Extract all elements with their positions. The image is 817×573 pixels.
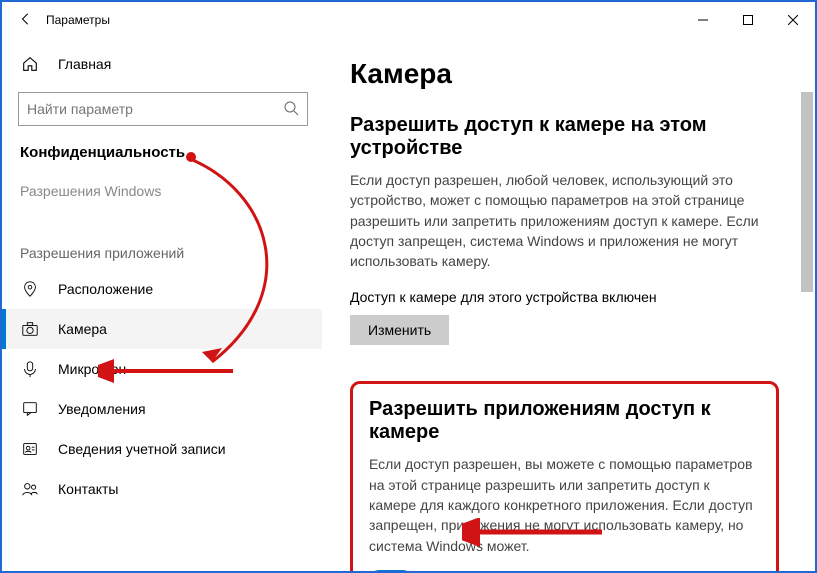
section1-title: Разрешить доступ к камере на этом устрой… — [350, 114, 785, 160]
section1-description: Если доступ разрешен, любой человек, исп… — [350, 170, 780, 271]
microphone-icon — [20, 359, 40, 379]
sidebar-home-label: Главная — [58, 56, 111, 72]
sidebar-item-notifications[interactable]: Уведомления — [2, 389, 322, 429]
sidebar-subheader-windows: Разрешения Windows — [2, 171, 322, 207]
sidebar-item-account-info[interactable]: Сведения учетной записи — [2, 429, 322, 469]
section2-description: Если доступ разрешен, вы можете с помощь… — [369, 454, 760, 555]
location-icon — [20, 279, 40, 299]
section1-status: Доступ к камере для этого устройства вкл… — [350, 289, 785, 305]
sidebar-home[interactable]: Главная — [2, 44, 322, 84]
sidebar-subheader-apps: Разрешения приложений — [2, 233, 322, 269]
camera-icon — [20, 319, 40, 339]
sidebar-item-label: Уведомления — [58, 401, 146, 417]
search-box[interactable] — [18, 92, 308, 126]
page-title: Камера — [350, 58, 785, 90]
back-button[interactable] — [12, 12, 40, 29]
window-controls — [680, 6, 815, 34]
sidebar-item-label: Камера — [58, 321, 107, 337]
content-pane: Камера Разрешить доступ к камере на этом… — [322, 38, 815, 571]
sidebar-item-label: Расположение — [58, 281, 153, 297]
sidebar-item-camera[interactable]: Камера — [2, 309, 322, 349]
search-icon — [283, 100, 299, 119]
maximize-button[interactable] — [725, 6, 770, 34]
titlebar: Параметры — [2, 2, 815, 38]
scrollbar[interactable] — [801, 92, 813, 292]
close-button[interactable] — [770, 6, 815, 34]
contacts-icon — [20, 479, 40, 499]
sidebar-item-label: Микрофон — [58, 361, 126, 377]
sidebar: Главная Конфиденциальность Разрешения Wi… — [2, 38, 322, 571]
sidebar-item-microphone[interactable]: Микрофон — [2, 349, 322, 389]
notification-icon — [20, 399, 40, 419]
sidebar-item-label: Сведения учетной записи — [58, 441, 226, 457]
home-icon — [20, 54, 40, 74]
section2-title: Разрешить приложениям доступ к камере — [369, 398, 760, 444]
sidebar-item-location[interactable]: Расположение — [2, 269, 322, 309]
minimize-button[interactable] — [680, 6, 725, 34]
sidebar-item-label: Контакты — [58, 481, 118, 497]
camera-apps-toggle[interactable] — [369, 570, 413, 571]
sidebar-item-contacts[interactable]: Контакты — [2, 469, 322, 509]
sidebar-group-privacy: Конфиденциальность — [2, 140, 322, 171]
search-input[interactable] — [27, 101, 283, 117]
section2-highlight: Разрешить приложениям доступ к камере Ес… — [350, 381, 779, 571]
account-icon — [20, 439, 40, 459]
change-button[interactable]: Изменить — [350, 315, 449, 345]
window-title: Параметры — [46, 13, 110, 27]
